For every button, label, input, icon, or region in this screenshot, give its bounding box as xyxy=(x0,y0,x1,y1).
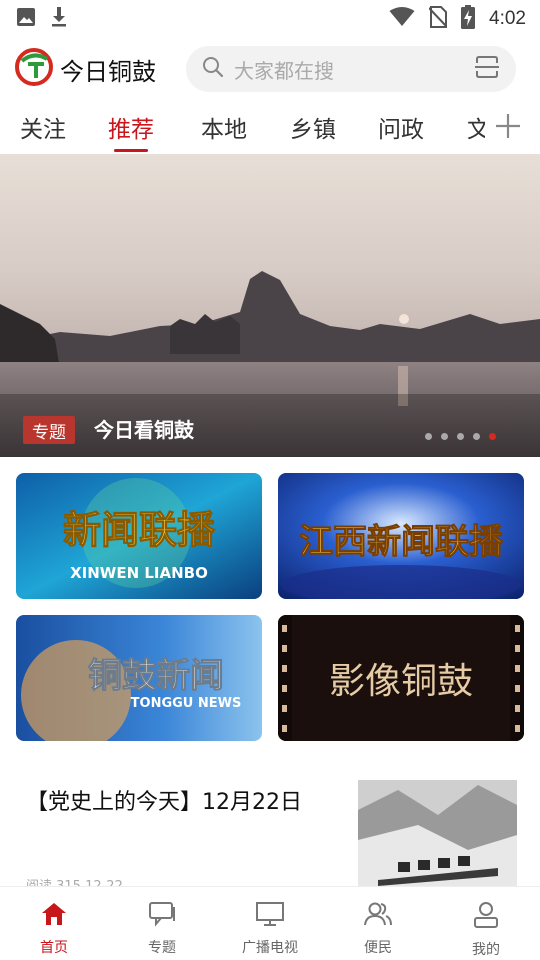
news-list-item[interactable]: 【党史上的今天】12月22日 阅读 315 12-22 xyxy=(0,760,540,894)
bottom-nav: 首页 专题 广播电视 便民 我的 xyxy=(0,886,540,960)
header: 今日铜鼓 大家都在搜 xyxy=(0,42,540,96)
nav-label: 专题 xyxy=(148,940,176,956)
tile-tonggu-news[interactable]: 铜鼓新闻 TONGGU NEWS xyxy=(16,615,262,741)
tile-xinwen-lianbo[interactable]: 新闻联播 XINWEN LIANBO xyxy=(16,473,262,599)
carousel-dot[interactable] xyxy=(425,433,432,440)
tile-title: 江西新闻联播 xyxy=(299,522,504,562)
logo-icon xyxy=(14,47,54,91)
tile-subtitle: XINWEN LIANBO xyxy=(70,564,208,582)
home-icon xyxy=(40,901,68,931)
search-bar[interactable]: 大家都在搜 xyxy=(186,46,516,92)
carousel-dot[interactable] xyxy=(441,433,448,440)
banner-carousel[interactable] xyxy=(0,154,540,457)
carousel-dot-active[interactable] xyxy=(489,433,496,440)
news-title: 【党史上的今天】12月22日 xyxy=(26,790,302,815)
search-placeholder: 大家都在搜 xyxy=(234,58,334,83)
tab-follow[interactable]: 关注 xyxy=(20,100,66,154)
nav-label: 我的 xyxy=(472,942,500,958)
nav-profile[interactable]: 我的 xyxy=(432,887,540,960)
banner-image xyxy=(0,154,540,457)
nav-label: 广播电视 xyxy=(242,940,298,956)
news-thumbnail xyxy=(358,780,517,886)
image-icon xyxy=(16,7,36,31)
status-time: 4:02 xyxy=(489,8,526,29)
nav-services[interactable]: 便民 xyxy=(324,887,432,960)
tv-icon xyxy=(255,901,285,931)
banner-title[interactable]: 今日看铜鼓 xyxy=(94,416,194,444)
tab-inquiry[interactable]: 问政 xyxy=(378,100,424,154)
tile-title: 影像铜鼓 xyxy=(329,661,473,702)
no-sim-icon xyxy=(428,6,448,32)
people-icon xyxy=(363,901,393,931)
user-icon xyxy=(472,901,500,933)
tab-recommend[interactable]: 推荐 xyxy=(108,100,154,154)
tile-yingxiang-tonggu[interactable]: 影像铜鼓 xyxy=(278,615,524,741)
wifi-icon xyxy=(389,7,415,31)
tab-culture-partial[interactable]: 文 xyxy=(467,100,485,154)
tab-towns[interactable]: 乡镇 xyxy=(290,100,336,154)
scan-icon[interactable] xyxy=(474,54,500,84)
app-logo[interactable]: 今日铜鼓 xyxy=(14,47,156,91)
app-name: 今日铜鼓 xyxy=(60,57,156,86)
status-bar: 4:02 xyxy=(0,0,540,38)
search-icon xyxy=(202,56,224,82)
nav-home[interactable]: 首页 xyxy=(0,887,108,960)
battery-charging-icon xyxy=(461,5,476,33)
tile-title: 新闻联播 xyxy=(63,508,216,552)
channel-tabs: 关注 推荐 本地 乡镇 问政 文 xyxy=(0,100,540,154)
carousel-indicator xyxy=(425,433,496,440)
tile-title: 铜鼓新闻 xyxy=(88,656,224,696)
nav-broadcast-tv[interactable]: 广播电视 xyxy=(216,887,324,960)
nav-label: 便民 xyxy=(364,940,392,956)
tab-local[interactable]: 本地 xyxy=(201,100,247,154)
tile-jiangxi-news[interactable]: 江西新闻联播 xyxy=(278,473,524,599)
banner-tag: 专题 xyxy=(23,416,75,444)
tile-subtitle: TONGGU NEWS xyxy=(131,696,242,711)
nav-label: 首页 xyxy=(40,940,68,956)
nav-topics[interactable]: 专题 xyxy=(108,887,216,960)
topic-chat-icon xyxy=(148,901,176,931)
download-icon xyxy=(50,6,68,32)
carousel-dot[interactable] xyxy=(457,433,464,440)
add-channel-icon[interactable] xyxy=(492,110,524,142)
carousel-dot[interactable] xyxy=(473,433,480,440)
